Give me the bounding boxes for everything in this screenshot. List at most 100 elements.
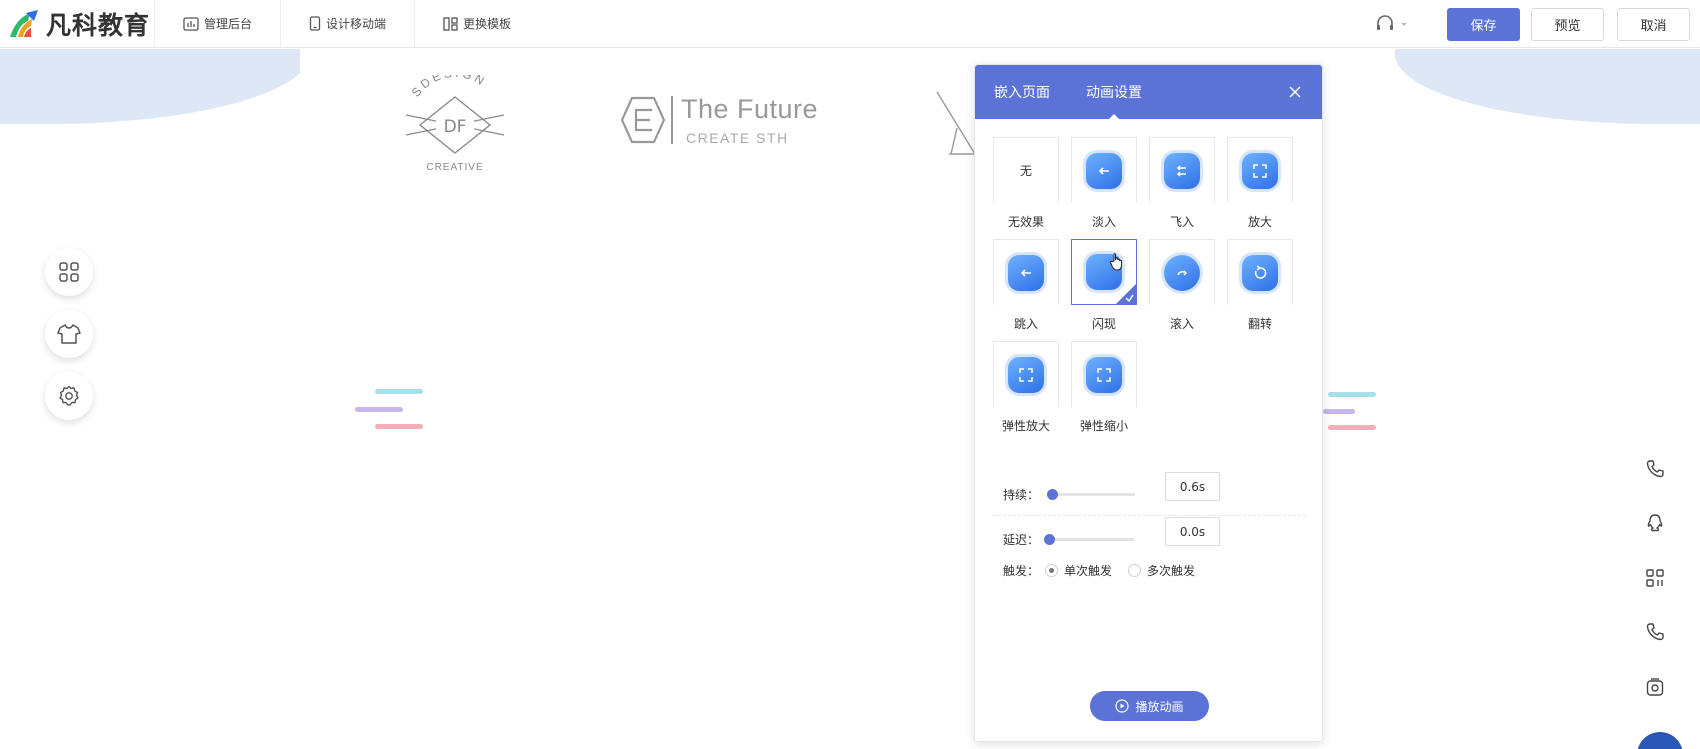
effect-thumb[interactable] xyxy=(1227,137,1293,203)
selected-check-icon xyxy=(1116,284,1136,304)
effect-thumb[interactable] xyxy=(1071,341,1137,407)
top-actions: 保存 预览 取消 xyxy=(1375,0,1700,48)
phone-icon xyxy=(309,16,321,31)
floating-action-button[interactable] xyxy=(1637,732,1683,749)
effect-thumb[interactable] xyxy=(993,239,1059,305)
df-bottom-text: CREATIVE xyxy=(426,162,483,173)
effect-fly-in[interactable]: 飞入 xyxy=(1149,137,1215,230)
qrcode-side-button[interactable] xyxy=(1640,563,1670,593)
modules-button[interactable] xyxy=(45,248,93,296)
duration-value[interactable]: 0.6s xyxy=(1165,472,1220,501)
nav-template[interactable]: 更换模板 xyxy=(415,0,539,48)
logo-df[interactable]: SDESIGN DF CREATIVE xyxy=(400,66,510,175)
effect-zoom-in[interactable]: 放大 xyxy=(1227,137,1293,230)
tab-embed-page[interactable]: 嵌入页面 xyxy=(994,65,1050,119)
preview-button[interactable]: 预览 xyxy=(1531,7,1604,41)
delay-value[interactable]: 0.0s xyxy=(1165,517,1220,546)
nav-admin-label: 管理后台 xyxy=(204,17,253,31)
headset-icon xyxy=(1377,15,1393,30)
none-text: 无 xyxy=(1019,164,1032,178)
effect-label: 跳入 xyxy=(1013,317,1038,331)
effect-label: 弹性放大 xyxy=(1001,419,1050,433)
play-animation-label: 播放动画 xyxy=(1135,699,1184,714)
trigger-multiple-radio[interactable]: 多次触发 xyxy=(1128,562,1195,579)
trigger-once-radio[interactable]: 单次触发 xyxy=(1045,562,1112,579)
phone-side-button[interactable] xyxy=(1640,454,1670,484)
deco-lines-right xyxy=(1323,390,1398,440)
df-diamond-graphic: SDESIGN DF CREATIVE xyxy=(405,66,505,173)
effect-none[interactable]: 无 无效果 xyxy=(993,137,1059,230)
effect-thumb[interactable] xyxy=(1227,239,1293,305)
effect-flash[interactable]: 闪现 xyxy=(1071,239,1137,332)
brand-name: 凡科教育 xyxy=(46,10,151,40)
close-icon[interactable] xyxy=(1286,83,1304,101)
logo-future[interactable]: The Future CREATE STH xyxy=(608,90,838,155)
effect-label: 滚入 xyxy=(1169,317,1194,331)
fly-in-icon xyxy=(1164,152,1200,189)
settings-button[interactable] xyxy=(45,372,93,420)
effect-thumb[interactable] xyxy=(1149,137,1215,203)
tab-animation-settings[interactable]: 动画设置 xyxy=(1086,65,1142,120)
effect-label: 淡入 xyxy=(1091,215,1116,229)
df-arc-text: SDESIGN xyxy=(409,66,487,100)
effect-label: 放大 xyxy=(1247,215,1272,229)
gear-icon xyxy=(59,385,79,406)
effect-roll-in[interactable]: 滚入 xyxy=(1149,239,1215,332)
qq-side-button[interactable] xyxy=(1640,508,1670,538)
phone-call-icon xyxy=(1646,460,1664,478)
hexagon-e-icon xyxy=(620,96,673,144)
play-icon xyxy=(1115,699,1130,713)
effect-label: 翻转 xyxy=(1247,317,1272,331)
nav-template-label: 更换模板 xyxy=(463,17,512,31)
qrcode-icon xyxy=(1646,569,1664,587)
phone-side-button-2[interactable] xyxy=(1640,617,1670,647)
effect-elastic-zoom-in[interactable]: 弹性放大 xyxy=(993,341,1059,434)
caret-down-icon xyxy=(1401,23,1407,26)
duration-slider[interactable] xyxy=(1047,489,1136,500)
future-title: The Future xyxy=(681,94,819,124)
trigger-multiple-label: 多次触发 xyxy=(1147,564,1196,578)
theme-button[interactable] xyxy=(45,310,93,358)
delay-slider-handle[interactable] xyxy=(1044,534,1056,545)
tshirt-icon xyxy=(57,324,81,344)
location-icon xyxy=(1646,678,1664,696)
future-subtitle: CREATE STH xyxy=(686,130,789,146)
save-button[interactable]: 保存 xyxy=(1447,7,1520,41)
radio-dot-checked xyxy=(1045,564,1059,577)
brand-logo[interactable]: 凡科教育 xyxy=(0,0,155,48)
effect-thumb[interactable]: 无 xyxy=(993,137,1059,203)
panel-header: 嵌入页面 动画设置 xyxy=(975,65,1322,120)
jump-in-icon xyxy=(1008,254,1044,291)
effect-jump-in[interactable]: 跳入 xyxy=(993,239,1059,332)
effect-thumb[interactable] xyxy=(1149,239,1215,305)
trigger-once-label: 单次触发 xyxy=(1064,564,1113,578)
grid-icon xyxy=(59,262,79,282)
hand-cursor-icon xyxy=(1109,253,1122,271)
nav-admin[interactable]: 管理后台 xyxy=(155,0,282,48)
duration-slider-handle[interactable] xyxy=(1047,489,1059,500)
elastic-zoom-out-icon xyxy=(1086,356,1122,393)
elastic-zoom-in-icon xyxy=(1008,356,1044,393)
trigger-row: 触发： 单次触发 多次触发 xyxy=(1003,562,1195,579)
trigger-label: 触发： xyxy=(1003,564,1040,578)
effect-thumb-selected[interactable] xyxy=(1071,239,1137,305)
effect-elastic-zoom-out[interactable]: 弹性缩小 xyxy=(1071,341,1137,434)
effect-label: 飞入 xyxy=(1169,215,1194,229)
effect-fade-in[interactable]: 淡入 xyxy=(1071,137,1137,230)
play-animation-button[interactable]: 播放动画 xyxy=(1090,691,1209,721)
nav-mobile-label: 设计移动端 xyxy=(326,17,387,31)
roll-in-icon xyxy=(1164,254,1200,291)
duration-row: 持续： 0.6s xyxy=(1003,472,1220,503)
delay-row: 延迟： 0.0s xyxy=(1003,517,1220,548)
effect-thumb[interactable] xyxy=(993,341,1059,407)
nav-mobile[interactable]: 设计移动端 xyxy=(281,0,416,48)
map-side-button[interactable] xyxy=(1640,672,1670,702)
cancel-button[interactable]: 取消 xyxy=(1617,7,1690,41)
flip-icon xyxy=(1242,254,1278,291)
df-mid-text: DF xyxy=(444,117,467,137)
effect-flip[interactable]: 翻转 xyxy=(1227,239,1293,332)
phone-call-icon xyxy=(1646,623,1664,641)
delay-slider[interactable] xyxy=(1044,534,1136,545)
support-button[interactable] xyxy=(1375,15,1409,33)
effect-thumb[interactable] xyxy=(1071,137,1137,203)
